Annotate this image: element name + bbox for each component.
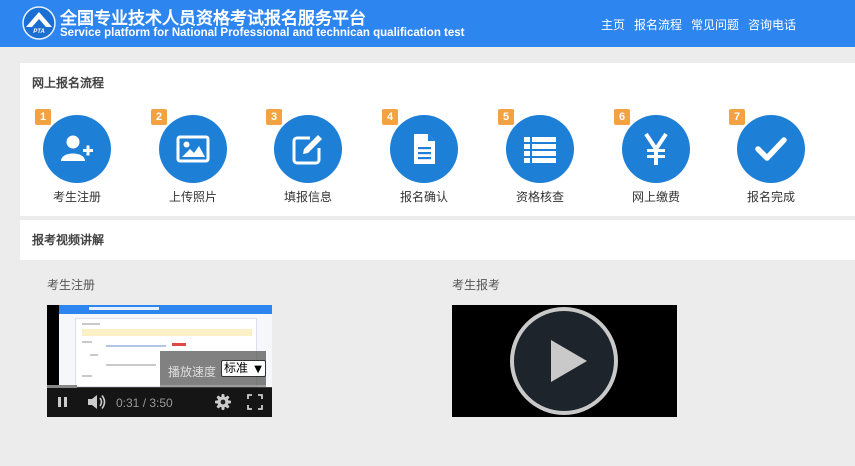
step-fill-info[interactable]: 3 填报信息 xyxy=(263,105,353,215)
video-heading: 报考视频讲解 xyxy=(32,233,105,247)
checkmark-icon xyxy=(755,137,787,161)
process-steps: 1 考生注册 2 上传照片 3 填报信息 4 报名确认 5 资格核查 6 网上缴… xyxy=(20,105,855,216)
step-label[interactable]: 考生注册 xyxy=(32,188,122,205)
process-heading: 网上报名流程 xyxy=(32,76,105,90)
add-user-icon xyxy=(61,135,93,161)
playback-speed-panel: 播放速度 标准 ▼ xyxy=(160,351,266,387)
pause-icon[interactable] xyxy=(56,393,70,411)
nav-process-link[interactable]: 报名流程 xyxy=(634,18,682,32)
step-number-badge: 4 xyxy=(382,109,398,125)
step-circle[interactable] xyxy=(737,115,805,183)
step-label[interactable]: 资格核查 xyxy=(495,188,585,205)
nav-faq-link[interactable]: 常见问题 xyxy=(691,18,739,32)
step-upload-photo[interactable]: 2 上传照片 xyxy=(148,105,238,215)
step-label[interactable]: 上传照片 xyxy=(148,188,238,205)
step-number-badge: 3 xyxy=(266,109,282,125)
step-label[interactable]: 网上缴费 xyxy=(611,188,701,205)
step-circle[interactable] xyxy=(622,115,690,183)
step-qualification-check[interactable]: 5 资格核查 xyxy=(495,105,585,215)
step-number-badge: 6 xyxy=(614,109,630,125)
fullscreen-icon[interactable] xyxy=(246,393,264,411)
step-label[interactable]: 填报信息 xyxy=(263,188,353,205)
video-caption-apply: 考生报考 xyxy=(452,278,501,292)
document-icon xyxy=(414,134,435,164)
volume-icon[interactable] xyxy=(86,393,108,411)
step-circle[interactable] xyxy=(506,115,574,183)
step-circle[interactable] xyxy=(274,115,342,183)
pta-logo[interactable]: PTA xyxy=(22,6,56,40)
list-icon xyxy=(524,137,556,163)
step-register[interactable]: 1 考生注册 xyxy=(32,105,122,215)
video-player-apply[interactable] xyxy=(452,305,677,417)
video-section-panel: 报考视频讲解 xyxy=(20,220,855,260)
step-number-badge: 5 xyxy=(498,109,514,125)
step-label[interactable]: 报名完成 xyxy=(726,188,816,205)
step-number-badge: 2 xyxy=(151,109,167,125)
yen-icon xyxy=(644,132,668,165)
image-icon xyxy=(176,135,210,163)
site-subtitle: Service platform for National Profession… xyxy=(60,27,465,39)
step-circle[interactable] xyxy=(159,115,227,183)
step-confirm[interactable]: 4 报名确认 xyxy=(379,105,469,215)
step-online-payment[interactable]: 6 网上缴费 xyxy=(611,105,701,215)
step-label[interactable]: 报名确认 xyxy=(379,188,469,205)
site-title: 全国专业技术人员资格考试报名服务平台 xyxy=(60,9,366,29)
step-circle[interactable] xyxy=(390,115,458,183)
step-circle[interactable] xyxy=(43,115,111,183)
video-time: 0:31 / 3:50 xyxy=(116,396,173,410)
nav-phone-link[interactable]: 咨询电话 xyxy=(748,18,796,32)
top-header: PTA 全国专业技术人员资格考试报名服务平台 Service platform … xyxy=(0,0,855,47)
playback-speed-value: 标准 xyxy=(224,361,249,375)
top-nav: 主页 报名流程 常见问题 咨询电话 xyxy=(601,16,805,33)
registration-process-panel: 网上报名流程 1 考生注册 2 上传照片 3 填报信息 4 报名确认 5 资格核… xyxy=(20,63,855,216)
svg-text:PTA: PTA xyxy=(33,29,45,35)
video-player-register[interactable]: 播放速度 标准 ▼ 0:31 / 3:50 xyxy=(47,305,272,417)
playback-speed-label: 播放速度 xyxy=(168,365,217,379)
video-controls: 0:31 / 3:50 xyxy=(47,388,272,417)
step-complete[interactable]: 7 报名完成 xyxy=(726,105,816,215)
settings-gear-icon[interactable] xyxy=(214,393,232,411)
video-caption-register: 考生注册 xyxy=(47,278,96,292)
step-number-badge: 1 xyxy=(35,109,51,125)
playback-speed-select[interactable]: 标准 ▼ xyxy=(221,360,266,377)
chevron-down-icon: ▼ xyxy=(254,364,262,375)
nav-home-link[interactable]: 主页 xyxy=(601,18,625,32)
step-number-badge: 7 xyxy=(729,109,745,125)
play-icon[interactable] xyxy=(509,306,619,416)
edit-icon xyxy=(292,135,322,165)
